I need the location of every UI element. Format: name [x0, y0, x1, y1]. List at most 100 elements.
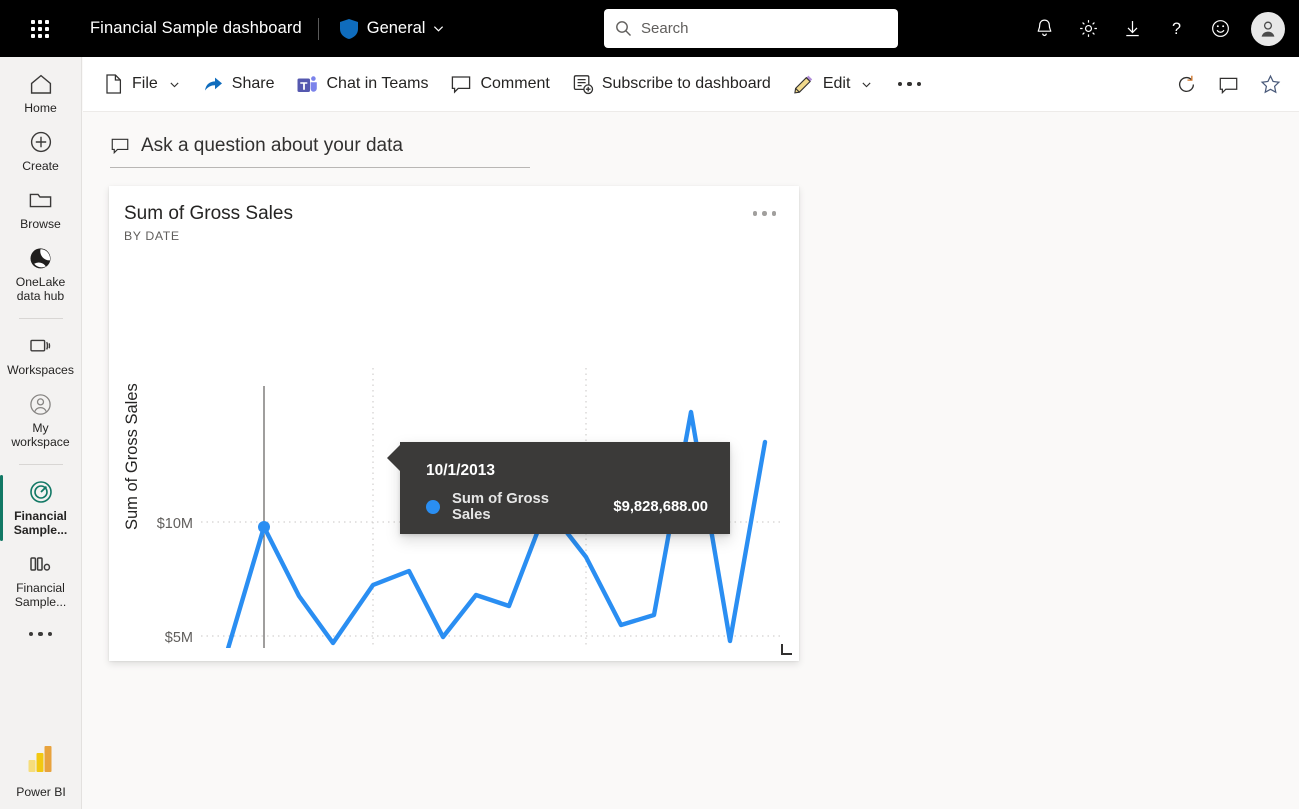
dashboard-title: Financial Sample dashboard [90, 19, 302, 37]
sidebar-item-label: Financial Sample... [13, 509, 68, 537]
download-icon [1125, 21, 1139, 37]
chevron-down-icon [170, 82, 179, 87]
tooltip-color-swatch [426, 500, 440, 514]
chat-in-teams-button-label: Chat in Teams [326, 75, 429, 92]
workspace-selector[interactable]: General [333, 13, 451, 45]
global-search-box[interactable] [604, 9, 898, 48]
settings-button[interactable] [1067, 8, 1109, 50]
left-navigation-rail: Home Create Browse OneLake data hub Work… [0, 57, 82, 809]
edit-button-label: Edit [822, 75, 851, 92]
dashboard-canvas: Ask a question about your data Sum of Gr… [83, 113, 1299, 809]
power-bi-brand[interactable]: Power BI [0, 743, 82, 799]
file-button-label: File [132, 75, 158, 92]
home-icon [29, 71, 53, 97]
qna-comment-icon [111, 138, 129, 154]
y-axis-title: Sum of Gross Sales [123, 383, 141, 530]
svg-text:?: ? [1171, 20, 1180, 38]
chart-tooltip: 10/1/2013 Sum of Gross Sales $9,828,688.… [387, 442, 730, 534]
app-header: Financial Sample dashboard General Searc… [0, 0, 1299, 57]
y-tick-label-5m: $5M [165, 630, 193, 646]
teams-icon [297, 75, 318, 92]
workspace-name: General [366, 19, 426, 37]
header-divider [317, 17, 319, 40]
header-actions: ? [1023, 0, 1285, 57]
sidebar-item-my-workspace[interactable]: My workspace [2, 385, 80, 455]
gear-icon [1079, 20, 1097, 37]
sidebar-item-label: Browse [20, 217, 61, 231]
report-bars-icon [27, 551, 54, 577]
sidebar-item-onelake-data-hub[interactable]: OneLake data hub [2, 239, 80, 309]
notifications-button[interactable] [1023, 8, 1065, 50]
person-avatar-icon [1261, 21, 1275, 37]
sidebar-item-label: Create [22, 159, 59, 173]
workspaces-icon [28, 333, 54, 359]
person-circle-icon [28, 391, 53, 417]
tile-subtitle: BY DATE [124, 229, 180, 243]
help-button[interactable]: ? [1155, 8, 1197, 50]
tooltip-series-row: Sum of Gross Sales $9,828,688.00 [426, 491, 708, 523]
tooltip-date: 10/1/2013 [426, 462, 495, 479]
favorite-button[interactable] [1251, 67, 1289, 103]
power-bi-logo-icon [26, 743, 56, 780]
subscribe-to-dashboard-button-label: Subscribe to dashboard [601, 75, 771, 92]
tile-title: Sum of Gross Sales [124, 203, 293, 224]
sidebar-item-financial-sample-dashboard[interactable]: Financial Sample... [0, 473, 80, 543]
feedback-button[interactable] [1199, 8, 1241, 50]
sidebar-divider [18, 318, 63, 319]
comment-icon [1219, 77, 1237, 94]
shield-icon [339, 18, 358, 39]
chart-tile[interactable]: Sum of Gross Sales BY DATE Sum of Gross … [109, 186, 799, 661]
sidebar-item-label: Workspaces [7, 363, 74, 377]
share-button[interactable]: Share [193, 66, 284, 102]
power-bi-brand-label: Power BI [16, 785, 66, 799]
edit-button[interactable]: Edit [784, 66, 882, 102]
chat-in-teams-button[interactable]: Chat in Teams [287, 66, 437, 102]
comment-button-label: Comment [480, 75, 550, 92]
chevron-down-icon [862, 82, 871, 87]
tile-more-options-button[interactable] [749, 207, 781, 220]
onelake-icon [28, 245, 53, 271]
dashboard-gauge-icon [28, 479, 54, 505]
app-launcher-icon [31, 19, 49, 38]
search-input[interactable] [641, 20, 881, 37]
star-icon [1260, 74, 1280, 94]
qna-input-bar[interactable]: Ask a question about your data [110, 124, 530, 168]
y-tick-label-10m: $10M [157, 516, 193, 532]
qna-placeholder-text: Ask a question about your data [141, 134, 403, 156]
share-arrow-icon [204, 77, 222, 91]
folder-icon [28, 187, 53, 213]
plus-circle-icon [29, 129, 53, 155]
sidebar-item-browse[interactable]: Browse [2, 181, 80, 237]
sidebar-divider [18, 464, 63, 465]
highlighted-data-point[interactable] [258, 521, 270, 533]
sidebar-item-workspaces[interactable]: Workspaces [2, 327, 80, 383]
sidebar-item-label: My workspace [11, 421, 70, 449]
comment-panel-button[interactable] [1209, 67, 1247, 103]
tooltip-series-label: Sum of Gross Sales [451, 491, 549, 523]
download-button[interactable] [1111, 8, 1153, 50]
sidebar-item-label: Financial Sample... [14, 581, 67, 609]
sidebar-item-financial-sample-report[interactable]: Financial Sample... [2, 545, 80, 615]
comment-button[interactable]: Comment [441, 66, 558, 102]
search-icon [616, 21, 631, 36]
file-icon [106, 74, 122, 94]
smiley-icon [1211, 20, 1229, 37]
tile-resize-handle[interactable] [781, 644, 792, 655]
toolbar-right-actions [1167, 57, 1289, 112]
refresh-button[interactable] [1167, 67, 1205, 103]
sidebar-overflow-button[interactable] [2, 617, 80, 651]
sidebar-item-create[interactable]: Create [2, 123, 80, 179]
subscribe-to-dashboard-button[interactable]: Subscribe to dashboard [563, 66, 780, 102]
sidebar-item-home[interactable]: Home [2, 65, 80, 121]
refresh-icon [1178, 75, 1194, 93]
bell-icon [1037, 19, 1051, 37]
pencil-icon [794, 75, 813, 94]
sidebar-item-label: Home [24, 101, 57, 115]
avatar[interactable] [1251, 11, 1285, 46]
tooltip-arrow [387, 445, 400, 471]
subscribe-icon [573, 75, 593, 95]
toolbar-overflow-button[interactable] [889, 67, 929, 101]
command-toolbar: File Share Chat in Teams Comment Subscri… [83, 57, 1299, 112]
app-launcher-button[interactable] [16, 5, 64, 53]
file-button[interactable]: File [95, 66, 189, 102]
